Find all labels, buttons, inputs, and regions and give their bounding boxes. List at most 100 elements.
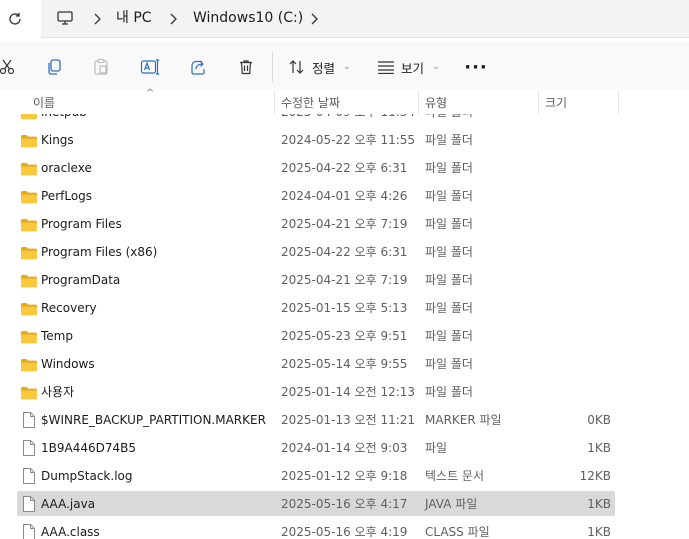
column-header-type[interactable]: 유형 [425,94,447,111]
view-button-label: 보기 [401,60,425,76]
file-row[interactable]: ProgramData 2025-04-21 오후 7:19 파일 폴더 [0,266,689,294]
file-modified-date: 2025-04-22 오후 6:31 [281,161,408,175]
document-icon [22,467,36,485]
file-explorer-window: 내 PC Windows10 (C:) 정렬 ⌄ 보기 ⌄ ··· 이름 ^ 수… [0,0,689,539]
toolbar-divider [272,52,273,82]
file-modified-date: 2025-05-16 오후 4:19 [281,525,408,539]
share-icon[interactable] [187,56,209,78]
paste-icon[interactable] [90,56,112,78]
column-header-date[interactable]: 수정한 날짜 [281,94,340,111]
column-separator[interactable] [274,90,275,114]
view-button[interactable]: 보기 ⌄ [377,54,440,80]
chevron-down-icon: ⌄ [343,62,351,72]
column-header-name[interactable]: 이름 [33,94,55,111]
file-row[interactable]: AAA.java 2025-05-16 오후 4:17 JAVA 파일 1KB [0,490,689,518]
file-modified-date: 2025-01-15 오후 5:13 [281,301,408,315]
file-name: Recovery [41,301,97,315]
file-type: 파일 폴더 [425,385,473,399]
file-row[interactable]: $WINRE_BACKUP_PARTITION.MARKER 2025-01-13… [0,406,689,434]
file-name: AAA.class [41,525,100,539]
file-row[interactable]: Recovery 2025-01-15 오후 5:13 파일 폴더 [0,294,689,322]
file-size: 1KB [587,497,611,511]
file-name: Program Files (x86) [41,245,158,259]
file-name: Windows [41,357,95,371]
document-icon [22,411,36,429]
file-name: inetpub [41,114,87,120]
column-header-size[interactable]: 크기 [545,94,567,111]
file-name: AAA.java [41,497,96,511]
file-type: 파일 폴더 [425,329,473,343]
file-name: 1B9A446D74B5 [41,441,136,455]
file-name: oraclexe [41,161,92,175]
file-type: 파일 폴더 [425,273,473,287]
folder-icon [20,273,38,288]
file-modified-date: 2024-04-01 오후 4:26 [281,189,408,203]
file-row[interactable]: Kings 2024-05-22 오후 11:55 파일 폴더 [0,126,689,154]
folder-icon [20,385,38,400]
file-row[interactable]: DumpStack.log 2025-01-12 오후 9:18 텍스트 문서 12K… [0,462,689,490]
sort-button-label: 정렬 [312,60,336,76]
folder-icon [20,114,38,120]
file-modified-date: 2025-01-14 오전 12:13 [281,385,416,399]
file-name: ProgramData [41,273,121,287]
file-row[interactable]: oraclexe 2025-04-22 오후 6:31 파일 폴더 [0,154,689,182]
file-row[interactable]: 1B9A446D74B5 2024-01-14 오전 9:03 파일 1KB [0,434,689,462]
rename-icon[interactable] [139,56,161,78]
file-modified-date: 2025-04-21 오후 7:19 [281,217,408,231]
folder-icon [20,329,38,344]
copy-icon[interactable] [43,56,65,78]
file-type: CLASS 파일 [425,525,490,539]
column-separator[interactable] [418,90,419,114]
command-bar: 정렬 ⌄ 보기 ⌄ ··· [0,42,689,90]
file-name: Program Files [41,217,122,231]
trash-icon[interactable] [235,56,257,78]
sort-ascending-icon: ^ [146,88,155,99]
more-options-button[interactable]: ··· [464,56,487,78]
folder-icon [20,161,38,176]
file-name: 사용자 [41,385,75,399]
file-row[interactable]: Program Files 2025-04-21 오후 7:19 파일 폴더 [0,210,689,238]
file-row[interactable]: PerfLogs 2024-04-01 오후 4:26 파일 폴더 [0,182,689,210]
file-row[interactable]: Temp 2025-05-23 오후 9:51 파일 폴더 [0,322,689,350]
folder-icon [20,133,38,148]
file-modified-date: 2025-04-09 오후 11:34 [281,114,415,120]
file-type: 파일 폴더 [425,114,473,120]
breadcrumb-drive-c[interactable]: Windows10 (C:) [193,9,303,27]
chevron-right-icon[interactable] [91,11,103,25]
folder-icon [20,245,38,260]
file-row[interactable]: Windows 2025-05-14 오후 9:55 파일 폴더 [0,350,689,378]
file-name: $WINRE_BACKUP_PARTITION.MARKER [41,413,266,427]
address-field[interactable]: 내 PC Windows10 (C:) [41,0,689,38]
folder-icon [20,189,38,204]
file-name: Temp [41,329,73,343]
file-list: inetpub 2025-04-09 오후 11:34 파일 폴더 Kings 2024… [0,114,689,539]
file-modified-date: 2025-04-21 오후 7:19 [281,273,408,287]
file-size: 12KB [579,469,611,483]
file-size: 1KB [587,525,611,539]
file-modified-date: 2025-04-22 오후 6:31 [281,245,408,259]
file-modified-date: 2025-01-12 오후 9:18 [281,469,408,483]
folder-icon [20,301,38,316]
breadcrumb-this-pc[interactable]: 내 PC [116,9,152,27]
file-name: PerfLogs [41,189,93,203]
file-row[interactable]: Program Files (x86) 2025-04-22 오후 6:31 파일 … [0,238,689,266]
document-icon [22,495,36,513]
cut-icon[interactable] [0,56,18,78]
file-type: 파일 폴더 [425,301,473,315]
file-type: 파일 폴더 [425,189,473,203]
file-type: 파일 폴더 [425,357,473,371]
file-size: 1KB [587,441,611,455]
refresh-icon[interactable] [4,8,26,30]
chevron-right-icon[interactable] [308,11,320,25]
sort-button[interactable]: 정렬 ⌄ [288,54,351,80]
file-row[interactable]: 사용자 2025-01-14 오전 12:13 파일 폴더 [0,378,689,406]
file-modified-date: 2025-05-16 오후 4:17 [281,497,408,511]
file-row[interactable]: inetpub 2025-04-09 오후 11:34 파일 폴더 [0,114,689,126]
column-separator[interactable] [538,90,539,114]
chevron-right-icon[interactable] [167,11,179,25]
column-separator[interactable] [618,90,619,114]
file-row[interactable]: AAA.class 2025-05-16 오후 4:19 CLASS 파일 1KB [0,518,689,539]
file-type: 파일 폴더 [425,133,473,147]
file-list-rows: inetpub 2025-04-09 오후 11:34 파일 폴더 Kings 2024… [0,114,689,539]
file-type: 파일 폴더 [425,217,473,231]
